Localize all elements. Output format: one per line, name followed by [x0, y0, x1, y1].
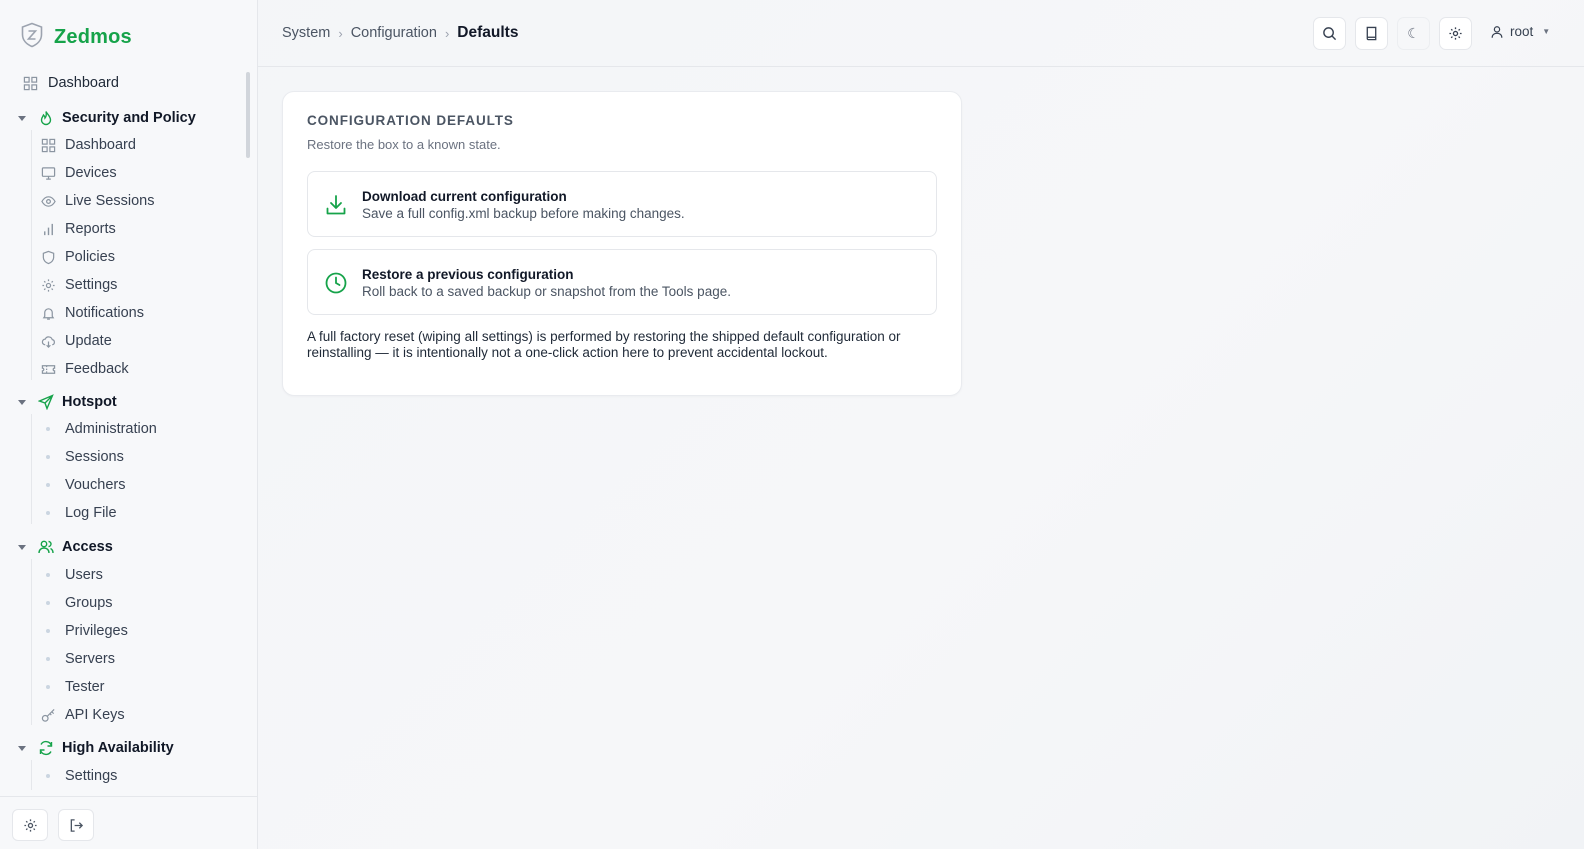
refresh-icon — [38, 740, 54, 756]
bullet-icon — [40, 511, 56, 515]
section-guide-line — [31, 559, 32, 725]
option-description: Save a full config.xml backup before mak… — [362, 206, 685, 221]
card-title: CONFIGURATION DEFAULTS — [307, 113, 514, 128]
sidebar-item-administration[interactable]: Administration — [40, 420, 157, 438]
user-menu[interactable]: root ▼ — [1490, 24, 1550, 39]
section-guide-line — [31, 414, 32, 524]
chevron-down-icon — [18, 399, 26, 405]
search-icon — [1322, 26, 1337, 41]
sidebar-item-notifications[interactable]: Notifications — [40, 304, 144, 322]
top-header: System › Configuration › Defaults ☾ root… — [258, 0, 1584, 67]
restore-configuration-option[interactable]: Restore a previous configuration Roll ba… — [307, 249, 937, 315]
download-icon — [324, 193, 348, 217]
section-guide-line — [31, 130, 32, 380]
sidebar-item-groups[interactable]: Groups — [40, 594, 113, 612]
sidebar-item-reports[interactable]: Reports — [40, 220, 116, 238]
sidebar-item-sp-dashboard[interactable]: Dashboard — [40, 136, 136, 154]
cloud-download-icon — [40, 333, 56, 349]
sidebar-item-devices[interactable]: Devices — [40, 164, 117, 182]
brand-name: Zedmos — [54, 26, 132, 48]
breadcrumb-configuration[interactable]: Configuration — [351, 25, 437, 41]
section-guide-line — [31, 760, 32, 790]
settings-button[interactable] — [12, 809, 48, 841]
sidebar-nav: Dashboard Security and Policy Dashboard … — [0, 68, 250, 790]
logout-button[interactable] — [58, 809, 94, 841]
eye-icon — [40, 193, 56, 209]
sidebar-item-tester[interactable]: Tester — [40, 678, 105, 696]
monitor-icon — [40, 165, 56, 181]
search-button[interactable] — [1313, 17, 1346, 50]
card-subtitle: Restore the box to a known state. — [307, 137, 501, 152]
option-description: Roll back to a saved backup or snapshot … — [362, 284, 731, 299]
chevron-down-icon — [18, 745, 26, 751]
shield-logo-icon — [20, 22, 44, 53]
bar-chart-icon — [40, 221, 56, 237]
section-high-availability[interactable]: High Availability — [18, 739, 174, 757]
bullet-icon — [40, 601, 56, 605]
breadcrumb-system[interactable]: System — [282, 25, 330, 41]
sidebar-item-settings[interactable]: Settings — [40, 276, 117, 294]
sidebar-item-live-sessions[interactable]: Live Sessions — [40, 192, 154, 210]
bullet-icon — [40, 455, 56, 459]
sidebar-item-sessions[interactable]: Sessions — [40, 448, 124, 466]
shield-icon — [40, 249, 56, 265]
chevron-right-icon: › — [338, 25, 343, 41]
gear-icon — [40, 277, 56, 293]
option-title: Restore a previous configuration — [362, 267, 574, 282]
moon-icon: ☾ — [1407, 25, 1420, 41]
sidebar-item-dashboard[interactable]: Dashboard — [22, 74, 119, 92]
ticket-icon — [40, 361, 56, 377]
system-settings-button[interactable] — [1439, 17, 1472, 50]
sidebar-item-vouchers[interactable]: Vouchers — [40, 476, 125, 494]
sidebar-item-api-keys[interactable]: API Keys — [40, 706, 125, 724]
username: root — [1510, 24, 1534, 39]
logout-icon — [69, 818, 84, 833]
bullet-icon — [40, 427, 56, 431]
theme-toggle-button[interactable]: ☾ — [1397, 17, 1430, 50]
bullet-icon — [40, 483, 56, 487]
sidebar-item-privileges[interactable]: Privileges — [40, 622, 128, 640]
chevron-down-icon — [18, 544, 26, 550]
section-security-and-policy[interactable]: Security and Policy — [18, 109, 196, 127]
book-icon — [1364, 26, 1379, 41]
sidebar-item-update[interactable]: Update — [40, 332, 112, 350]
sidebar-footer — [0, 796, 258, 849]
grid-icon — [22, 75, 38, 91]
brand[interactable]: Zedmos — [20, 22, 132, 53]
breadcrumb: System › Configuration › Defaults — [282, 24, 518, 42]
bullet-icon — [40, 657, 56, 661]
docs-button[interactable] — [1355, 17, 1388, 50]
download-configuration-option[interactable]: Download current configuration Save a fu… — [307, 171, 937, 237]
bell-icon — [40, 305, 56, 321]
factory-reset-note: A full factory reset (wiping all setting… — [307, 329, 901, 360]
grid-icon — [40, 137, 56, 153]
bullet-icon — [40, 573, 56, 577]
option-title: Download current configuration — [362, 189, 567, 204]
key-icon — [40, 707, 56, 723]
bullet-icon — [40, 774, 56, 778]
users-icon — [38, 539, 54, 555]
sidebar: Zedmos Dashboard Security and Policy Das… — [0, 0, 258, 849]
clock-icon — [324, 271, 348, 295]
chevron-right-icon: › — [444, 25, 450, 41]
sidebar-item-feedback[interactable]: Feedback — [40, 360, 129, 378]
gear-icon — [1448, 26, 1463, 41]
section-access[interactable]: Access — [18, 538, 113, 556]
chevron-down-icon — [18, 115, 26, 121]
configuration-defaults-card: CONFIGURATION DEFAULTS Restore the box t… — [282, 91, 962, 396]
send-icon — [38, 394, 54, 410]
sidebar-item-log-file[interactable]: Log File — [40, 504, 117, 522]
user-icon — [1490, 25, 1504, 39]
sidebar-item-users[interactable]: Users — [40, 566, 103, 584]
page-title: Defaults — [457, 24, 519, 41]
caret-down-icon: ▼ — [1542, 27, 1551, 36]
sidebar-item-ha-settings[interactable]: Settings — [40, 767, 117, 785]
flame-icon — [38, 110, 54, 126]
sidebar-item-servers[interactable]: Servers — [40, 650, 115, 668]
sidebar-item-policies[interactable]: Policies — [40, 248, 115, 266]
gear-icon — [23, 818, 38, 833]
section-hotspot[interactable]: Hotspot — [18, 393, 117, 411]
bullet-icon — [40, 629, 56, 633]
bullet-icon — [40, 685, 56, 689]
